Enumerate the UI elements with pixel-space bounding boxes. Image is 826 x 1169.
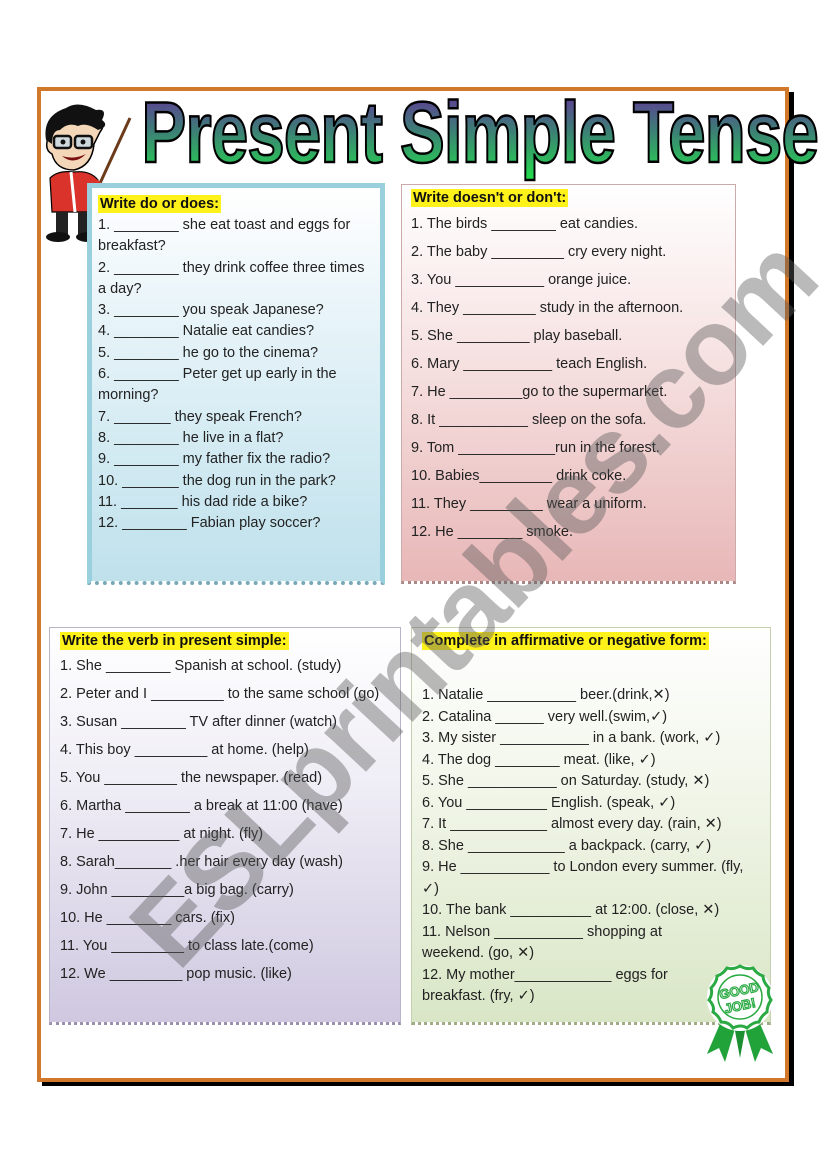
exercise-item: 7. He _________go to the supermarket. xyxy=(411,384,668,400)
exercise-item: 6. You __________ English. (speak, ✓) xyxy=(422,794,676,811)
page-title: Present Simple Tense xyxy=(140,84,819,182)
exercise-item: 12. We _________ pop music. (like) xyxy=(60,966,292,982)
good-job-badge-icon: GOOD JOB! GOOD JOB! xyxy=(707,964,773,1062)
exercise-item: 10. Babies_________ drink coke. xyxy=(411,468,627,484)
exercise-item: 6. ________ Peter get up early in the mo… xyxy=(98,366,337,404)
exercise-item: 12. My mother____________ eggs for break… xyxy=(422,966,668,1005)
exercise-item: 1. ________ she eat toast and eggs for b… xyxy=(98,217,351,255)
exercise-item: 4. ________ Natalie eat candies? xyxy=(98,323,315,340)
exercise-heading: Write doesn't or don't: xyxy=(411,189,569,207)
exercise-heading: Write the verb in present simple: xyxy=(60,632,289,650)
exercise-item: 10. _______ the dog run in the park? xyxy=(98,472,336,489)
exercise-item: 5. You _________ the newspaper. (read) xyxy=(60,770,323,786)
exercise-item: 12. ________ Fabian play soccer? xyxy=(98,515,321,532)
exercise-item: 5. She ___________ on Saturday. (study, … xyxy=(422,773,710,789)
exercise-present-simple-verb: Write the verb in present simple: 1. She… xyxy=(49,627,401,1025)
exercise-item: 6. Mary ___________ teach English. xyxy=(411,356,648,372)
exercise-item: 3. Susan ________ TV after dinner (watch… xyxy=(60,714,338,730)
exercise-item: 10. The bank __________ at 12:00. (close… xyxy=(422,902,720,918)
exercise-heading: Complete in affirmative or negative form… xyxy=(422,632,709,650)
exercise-item: 1. Natalie ___________ beer.(drink,✕) xyxy=(422,687,670,703)
exercise-list: 1. The birds ________ eat candies. 2. Th… xyxy=(411,210,735,546)
exercise-item: 11. You _________ to class late.(come) xyxy=(60,938,314,954)
exercise-item: 11. They _________ wear a uniform. xyxy=(411,496,647,512)
exercise-item: 11. Nelson ___________ shopping at weeke… xyxy=(422,923,662,962)
exercise-list: 1. ________ she eat toast and eggs for b… xyxy=(98,215,368,534)
exercise-item: 2. Peter and I _________ to the same sch… xyxy=(60,686,380,702)
exercise-item: 9. He ___________ to London every summer… xyxy=(422,859,744,897)
exercise-item: 4. This boy _________ at home. (help) xyxy=(60,742,309,758)
exercise-item: 10. He ________ cars. (fix) xyxy=(60,910,235,926)
exercise-item: 4. They _________ study in the afternoon… xyxy=(411,300,684,316)
exercise-item: 2. The baby _________ cry every night. xyxy=(411,244,667,260)
exercise-item: 8. Sarah_______ .her hair every day (was… xyxy=(60,854,343,870)
exercise-item: 2. Catalina ______ very well.(swim,✓) xyxy=(422,708,668,725)
exercise-item: 8. ________ he live in a flat? xyxy=(98,429,284,446)
title-text: Present Simple Tense xyxy=(142,85,818,181)
exercise-item: 11. _______ his dad ride a bike? xyxy=(98,493,308,510)
exercise-item: 1. The birds ________ eat candies. xyxy=(411,216,639,232)
exercise-item: 6. Martha ________ a break at 11:00 (hav… xyxy=(60,798,343,814)
exercise-item: 8. It ___________ sleep on the sofa. xyxy=(411,412,647,428)
exercise-item: 12. He ________ smoke. xyxy=(411,524,574,540)
title-graphic: Present Simple Tense xyxy=(140,84,819,182)
exercise-item: 9. John _________a big bag. (carry) xyxy=(60,882,294,898)
exercise-item: 9. ________ my father fix the radio? xyxy=(98,451,331,468)
exercise-item: 8. She ____________ a backpack. (carry, … xyxy=(422,837,712,854)
exercise-item: 7. He __________ at night. (fly) xyxy=(60,826,264,842)
exercise-item: 3. My sister ___________ in a bank. (wor… xyxy=(422,730,721,746)
exercise-item: 7. _______ they speak French? xyxy=(98,408,302,425)
exercise-item: 5. ________ he go to the cinema? xyxy=(98,344,319,361)
exercise-item: 3. You ___________ orange juice. xyxy=(411,272,632,288)
exercise-heading: Write do or does: xyxy=(98,195,221,213)
exercise-item: 1. She ________ Spanish at school. (stud… xyxy=(60,658,342,674)
exercise-doesnt-dont: Write doesn't or don't: 1. The birds ___… xyxy=(401,184,736,584)
exercise-item: 5. She _________ play baseball. xyxy=(411,328,623,344)
exercise-list: 1. Natalie ___________ beer.(drink,✕) 2.… xyxy=(422,685,770,1008)
exercise-item: 7. It ____________ almost every day. (ra… xyxy=(422,816,722,832)
exercise-item: 3. ________ you speak Japanese? xyxy=(98,302,324,319)
exercise-item: 2. ________ they drink coffee three time… xyxy=(98,259,365,297)
exercise-list: 1. She ________ Spanish at school. (stud… xyxy=(60,652,390,988)
exercise-item: 9. Tom ____________run in the forest. xyxy=(411,440,660,456)
exercise-do-does: Write do or does: 1. ________ she eat to… xyxy=(87,183,385,585)
exercise-item: 4. The dog ________ meat. (like, ✓) xyxy=(422,751,656,768)
